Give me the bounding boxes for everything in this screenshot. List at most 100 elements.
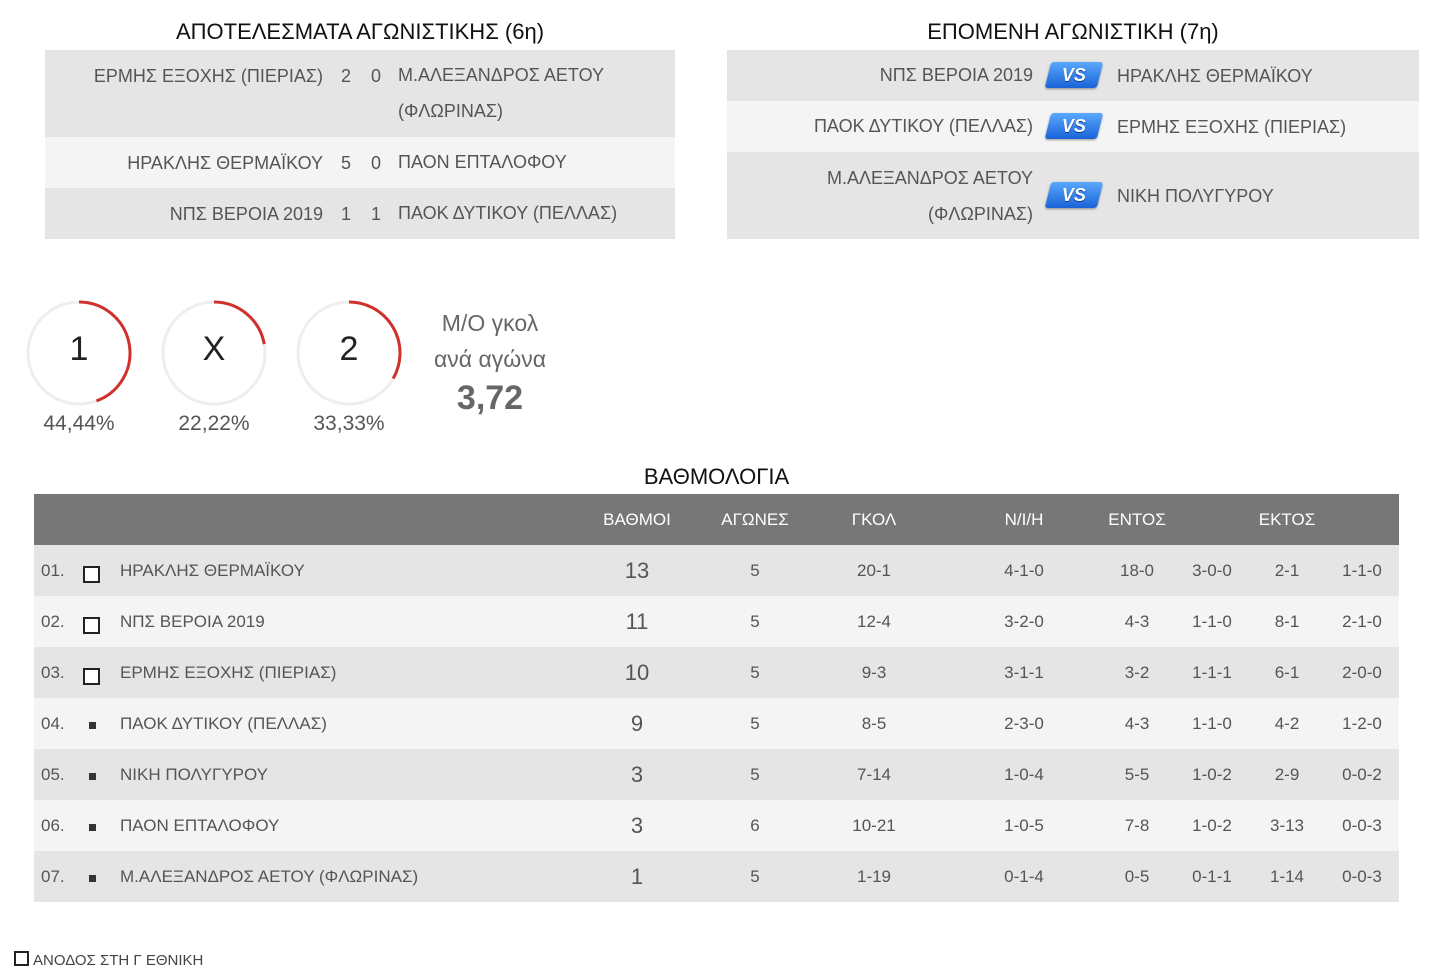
fixture-home-team: ΝΠΣ ΒΕΡΟΙΑ 2019 <box>879 65 1033 85</box>
standings-row: 03. ΕΡΜΗΣ ΕΞΟΧΗΣ (ΠΙΕΡΙΑΣ) 10 5 9-3 3-1-1 3-2 1… <box>34 647 1399 698</box>
standing-games: 5 <box>750 663 760 682</box>
standing-home-goals: 3-2 <box>1124 663 1150 682</box>
standing-away-wdl: 2-0-0 <box>1342 663 1382 682</box>
standing-goals: 7-14 <box>856 765 892 784</box>
standing-games: 5 <box>750 612 760 631</box>
header-points: ΒΑΘΜΟΙ <box>603 510 671 529</box>
standing-home-goals: 0-5 <box>1124 867 1150 886</box>
away-win-gauge: 2 33,33% <box>296 300 402 436</box>
vs-icon: VS <box>1044 113 1104 139</box>
fixture-home-team: ΠΑΟΚ ΔΥΤΙΚΟΥ (ΠΕΛΛΑΣ) <box>813 116 1033 136</box>
standing-wdl: 4-1-0 <box>1004 561 1044 580</box>
result-away-team: Μ.ΑΛΕΞΑΝΔΡΟΣ ΑΕΤΟΥ (ΦΛΩΡΙΝΑΣ) <box>398 65 604 121</box>
standings-row: 02. ΝΠΣ ΒΕΡΟΙΑ 2019 11 5 12-4 3-2-0 4-3 1-1-0 8-… <box>34 596 1399 647</box>
standing-away-goals: 2-1 <box>1274 561 1300 580</box>
standings-title: ΒΑΘΜΟΛΟΓΙΑ <box>643 464 790 489</box>
standings-row: 06. ΠΑΟΝ ΕΠΤΑΛΟΦΟΥ 3 6 10-21 1-0-5 7-8 1-0-2 3-1… <box>34 800 1399 851</box>
header-wdl: Ν/Ι/Η <box>1004 510 1044 529</box>
promotion-marker-icon <box>83 566 100 583</box>
standing-away-goals: 4-2 <box>1274 714 1300 733</box>
standing-away-goals: 2-9 <box>1274 765 1300 784</box>
fixture-home-team: Μ.ΑΛΕΞΑΝΔΡΟΣ ΑΕΤΟΥ (ΦΛΩΡΙΝΑΣ) <box>826 168 1033 224</box>
bullet-icon <box>89 722 96 729</box>
next-round-title: ΕΠΟΜΕΝΗ ΑΓΩΝΙΣΤΙΚΗ (7η) <box>927 19 1219 44</box>
standing-away-wdl: 1-2-0 <box>1342 714 1382 733</box>
gauge-label: 2 <box>339 330 359 368</box>
vs-label: VS <box>1061 115 1086 136</box>
standing-position: 01. <box>41 561 65 580</box>
home-win-gauge: 1 44,44% <box>26 300 132 436</box>
standing-position: 05. <box>41 765 65 784</box>
standing-home-wdl: 1-0-2 <box>1192 765 1232 784</box>
standing-games: 5 <box>750 765 760 784</box>
results-table: ΕΡΜΗΣ ΕΞΟΧΗΣ (ΠΙΕΡΙΑΣ) 2 0 Μ.ΑΛΕΞΑΝΔΡΟΣ … <box>45 50 675 239</box>
standing-away-wdl: 2-1-0 <box>1342 612 1382 631</box>
standing-home-wdl: 1-1-0 <box>1192 612 1232 631</box>
standing-away-goals: 8-1 <box>1274 612 1300 631</box>
fixture-away-team: ΕΡΜΗΣ ΕΞΟΧΗΣ (ΠΙΕΡΙΑΣ) <box>1117 117 1347 137</box>
standing-points: 11 <box>625 609 649 634</box>
result-away-score: 0 <box>371 66 382 86</box>
standings-header: ΒΑΘΜΟΙ ΑΓΩΝΕΣ ΓΚΟΛ Ν/Ι/Η ΕΝΤΟΣ ΕΚΤΟΣ <box>34 494 1399 545</box>
vs-label: VS <box>1061 64 1086 85</box>
standing-position: 06. <box>41 816 65 835</box>
standing-home-goals: 7-8 <box>1124 816 1150 835</box>
result-home-team: ΝΠΣ ΒΕΡΟΙΑ 2019 <box>169 204 323 224</box>
standing-team-name: ΝΙΚΗ ΠΟΛΥΓΥΡΟΥ <box>120 765 269 784</box>
avg-goals-value: 3,72 <box>456 379 524 417</box>
standing-position: 02. <box>41 612 65 631</box>
gauge-label: 1 <box>69 330 89 368</box>
standing-home-wdl: 0-1-1 <box>1192 867 1232 886</box>
promotion-marker-icon <box>83 668 100 685</box>
result-row: ΝΠΣ ΒΕΡΟΙΑ 2019 1 1 ΠΑΟΚ ΔΥΤΙΚΟΥ (ΠΕΛΛΑΣ… <box>45 188 675 239</box>
standing-goals: 12-4 <box>856 612 892 631</box>
standings-row: 05. ΝΙΚΗ ΠΟΛΥΓΥΡΟΥ 3 5 7-14 1-0-4 5-5 1-0-2 2-9 0… <box>34 749 1399 800</box>
standing-away-goals: 3-13 <box>1269 816 1305 835</box>
standing-home-goals: 4-3 <box>1124 612 1150 631</box>
gauge-percent: 22,22% <box>178 412 250 435</box>
promotion-marker-icon <box>14 951 29 966</box>
header-home: ΕΝΤΟΣ <box>1108 510 1166 529</box>
standing-home-wdl: 1-1-0 <box>1192 714 1232 733</box>
standing-points: 9 <box>630 711 644 736</box>
standing-team-name: ΕΡΜΗΣ ΕΞΟΧΗΣ (ΠΙΕΡΙΑΣ) <box>120 663 337 682</box>
standings-row: 07. Μ.ΑΛΕΞΑΝΔΡΟΣ ΑΕΤΟΥ (ΦΛΩΡΙΝΑΣ) 1 5 1-19 0-… <box>34 851 1399 902</box>
standing-home-goals: 4-3 <box>1124 714 1150 733</box>
gauge-percent: 33,33% <box>313 412 385 435</box>
vs-icon: VS <box>1044 182 1104 208</box>
standing-away-goals: 6-1 <box>1274 663 1300 682</box>
promotion-marker-icon <box>83 617 100 634</box>
standings-table: ΒΑΘΜΟΙ ΑΓΩΝΕΣ ΓΚΟΛ Ν/Ι/Η ΕΝΤΟΣ ΕΚΤΟΣ 01.… <box>34 494 1399 902</box>
standing-position: 07. <box>41 867 65 886</box>
result-home-team: ΗΡΑΚΛΗΣ ΘΕΡΜΑΪΚΟΥ <box>127 153 323 173</box>
bullet-icon <box>89 824 96 831</box>
standing-goals: 10-21 <box>852 816 896 835</box>
result-row: ΗΡΑΚΛΗΣ ΘΕΡΜΑΪΚΟΥ 5 0 ΠΑΟΝ ΕΠΤΑΛΟΦΟΥ <box>45 137 675 188</box>
vs-label: VS <box>1061 184 1086 205</box>
avg-goals-box: Μ/Ο γκολ ανά αγώνα 3,72 <box>420 305 560 419</box>
gauge-label: Χ <box>202 330 226 368</box>
standing-wdl: 1-0-5 <box>1004 816 1044 835</box>
result-home-score: 1 <box>341 204 352 224</box>
standing-points: 13 <box>624 558 650 583</box>
avg-goals-label-line1: Μ/Ο γκολ <box>441 310 539 336</box>
standing-points: 10 <box>624 660 650 685</box>
fixture-row: ΝΠΣ ΒΕΡΟΙΑ 2019 VS ΗΡΑΚΛΗΣ ΘΕΡΜΑΪΚΟΥ <box>727 50 1419 101</box>
standing-points: 3 <box>630 813 644 838</box>
standing-away-goals: 1-14 <box>1269 867 1305 886</box>
result-row: ΕΡΜΗΣ ΕΞΟΧΗΣ (ΠΙΕΡΙΑΣ) 2 0 Μ.ΑΛΕΞΑΝΔΡΟΣ … <box>45 50 675 137</box>
standing-home-wdl: 3-0-0 <box>1192 561 1232 580</box>
result-home-score: 5 <box>341 153 352 173</box>
standing-away-wdl: 0-0-2 <box>1342 765 1382 784</box>
standing-away-wdl: 1-1-0 <box>1342 561 1382 580</box>
standing-position: 03. <box>41 663 65 682</box>
header-goals: ΓΚΟΛ <box>851 510 897 529</box>
standing-team-name: ΠΑΟΝ ΕΠΤΑΛΟΦΟΥ <box>120 816 280 835</box>
bullet-icon <box>89 875 96 882</box>
results-title: ΑΠΟΤΕΛΕΣΜΑΤΑ ΑΓΩΝΙΣΤΙΚΗΣ (6η) <box>175 19 545 44</box>
gauge-percent: 44,44% <box>43 412 115 435</box>
fixture-away-team: ΗΡΑΚΛΗΣ ΘΕΡΜΑΪΚΟΥ <box>1117 66 1313 86</box>
standing-team-name: ΗΡΑΚΛΗΣ ΘΕΡΜΑΪΚΟΥ <box>120 561 305 580</box>
standing-goals: 8-5 <box>861 714 887 733</box>
standing-team-name: ΠΑΟΚ ΔΥΤΙΚΟΥ (ΠΕΛΛΑΣ) <box>120 714 327 733</box>
